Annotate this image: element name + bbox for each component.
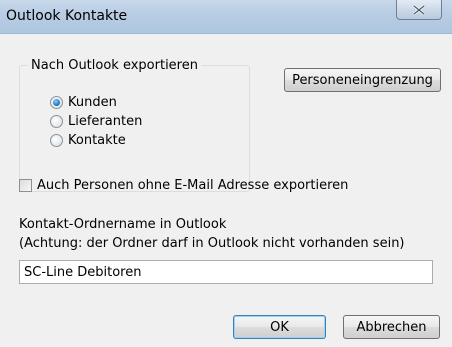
person-filter-button[interactable]: Personeneingrenzung — [284, 68, 441, 92]
radio-kunden-label: Kunden — [68, 94, 117, 110]
no-email-checkbox-row[interactable]: Auch Personen ohne E-Mail Adresse export… — [19, 176, 348, 194]
no-email-checkbox[interactable] — [19, 178, 32, 192]
radio-lieferanten[interactable]: Lieferanten — [50, 112, 142, 130]
folder-name-label: Kontakt-Ordnername in Outlook — [19, 217, 227, 232]
close-x-icon — [413, 4, 425, 15]
radio-unselected-icon[interactable] — [50, 114, 63, 128]
export-group-legend: Nach Outlook exportieren — [28, 58, 201, 73]
folder-name-input[interactable] — [19, 260, 433, 284]
ok-button[interactable]: OK — [233, 315, 326, 339]
close-button[interactable] — [396, 0, 442, 20]
folder-name-hint: (Achtung: der Ordner darf in Outlook nic… — [19, 236, 405, 251]
no-email-checkbox-label: Auch Personen ohne E-Mail Adresse export… — [37, 177, 349, 193]
radio-kunden[interactable]: Kunden — [50, 93, 117, 111]
dialog-body: Nach Outlook exportieren Kunden Lieferan… — [0, 34, 452, 347]
radio-kontakte-label: Kontakte — [68, 132, 126, 148]
window-title: Outlook Kontakte — [6, 8, 128, 24]
cancel-button[interactable]: Abbrechen — [343, 315, 440, 339]
radio-selected-icon[interactable] — [50, 95, 63, 109]
radio-kontakte[interactable]: Kontakte — [50, 131, 126, 149]
radio-lieferanten-label: Lieferanten — [68, 113, 143, 129]
title-bar: Outlook Kontakte — [0, 0, 452, 34]
radio-unselected-icon[interactable] — [50, 133, 63, 147]
